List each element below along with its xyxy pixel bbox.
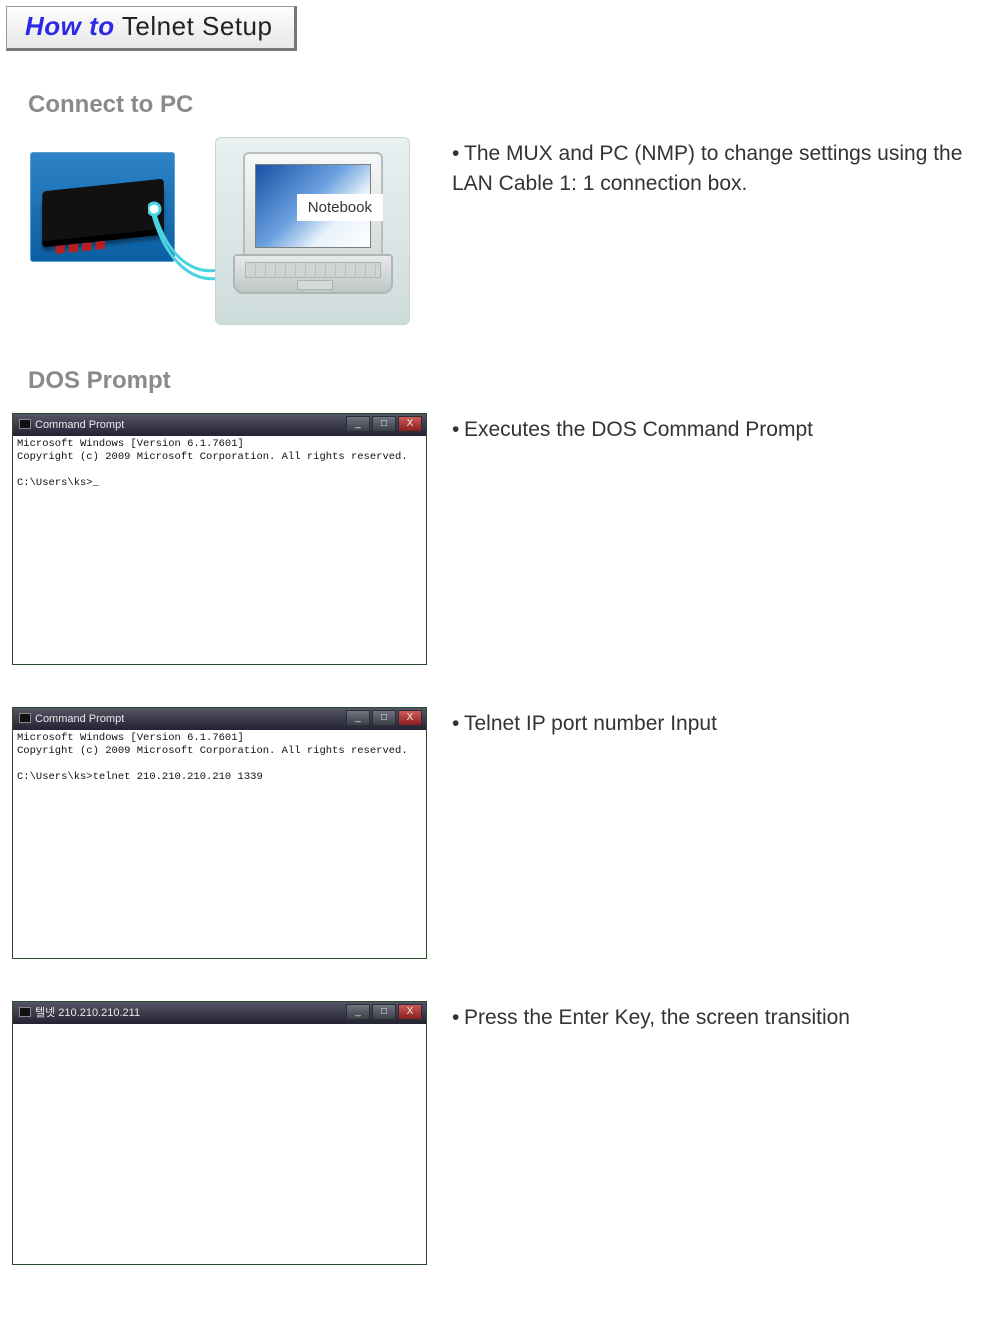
cmd-sysmenu-icon [19, 713, 31, 723]
bullet-cmd2: •Telnet IP port number Input [452, 709, 993, 739]
heading-dos-prompt: DOS Prompt [28, 367, 999, 395]
cmd-window-3: 텔넷 210.210.210.211 _ □ X [12, 1001, 427, 1265]
close-button[interactable]: X [398, 710, 422, 726]
maximize-button[interactable]: □ [372, 710, 396, 726]
close-button[interactable]: X [398, 1004, 422, 1020]
heading-connect-to-pc: Connect to PC [28, 91, 999, 119]
minimize-button[interactable]: _ [346, 710, 370, 726]
cmd-titlebar-2: Command Prompt _ □ X [13, 708, 426, 730]
cmd-window-2: Command Prompt _ □ X Microsoft Windows [… [12, 707, 427, 959]
page-title-banner: How to Telnet Setup [6, 6, 297, 51]
title-main: Telnet Setup [115, 11, 273, 41]
cmd-sysmenu-icon [19, 1007, 31, 1017]
notebook-image: Notebook [215, 137, 410, 325]
cmd-body-3 [13, 1024, 426, 1264]
minimize-button[interactable]: _ [346, 416, 370, 432]
title-prefix: How to [25, 11, 115, 41]
cmd-title-2: Command Prompt [35, 713, 124, 725]
mux-device-image [30, 152, 175, 262]
cmd-title-1: Command Prompt [35, 419, 124, 431]
cmd-sysmenu-icon [19, 419, 31, 429]
maximize-button[interactable]: □ [372, 1004, 396, 1020]
cmd-titlebar-3: 텔넷 210.210.210.211 _ □ X [13, 1002, 426, 1024]
cmd-body-1: Microsoft Windows [Version 6.1.7601] Cop… [13, 436, 426, 664]
cmd-body-2: Microsoft Windows [Version 6.1.7601] Cop… [13, 730, 426, 958]
cmd-titlebar-1: Command Prompt _ □ X [13, 414, 426, 436]
notebook-label: Notebook [297, 194, 383, 221]
bullet-connect-description: •The MUX and PC (NMP) to change settings… [452, 139, 993, 200]
bullet-cmd3: •Press the Enter Key, the screen transit… [452, 1003, 993, 1033]
close-button[interactable]: X [398, 416, 422, 432]
maximize-button[interactable]: □ [372, 416, 396, 432]
bullet-cmd1: •Executes the DOS Command Prompt [452, 415, 993, 445]
cmd-window-1: Command Prompt _ □ X Microsoft Windows [… [12, 413, 427, 665]
illustration-connect-to-pc: Notebook [30, 137, 410, 327]
cmd-title-3: 텔넷 210.210.210.211 [35, 1007, 140, 1019]
minimize-button[interactable]: _ [346, 1004, 370, 1020]
